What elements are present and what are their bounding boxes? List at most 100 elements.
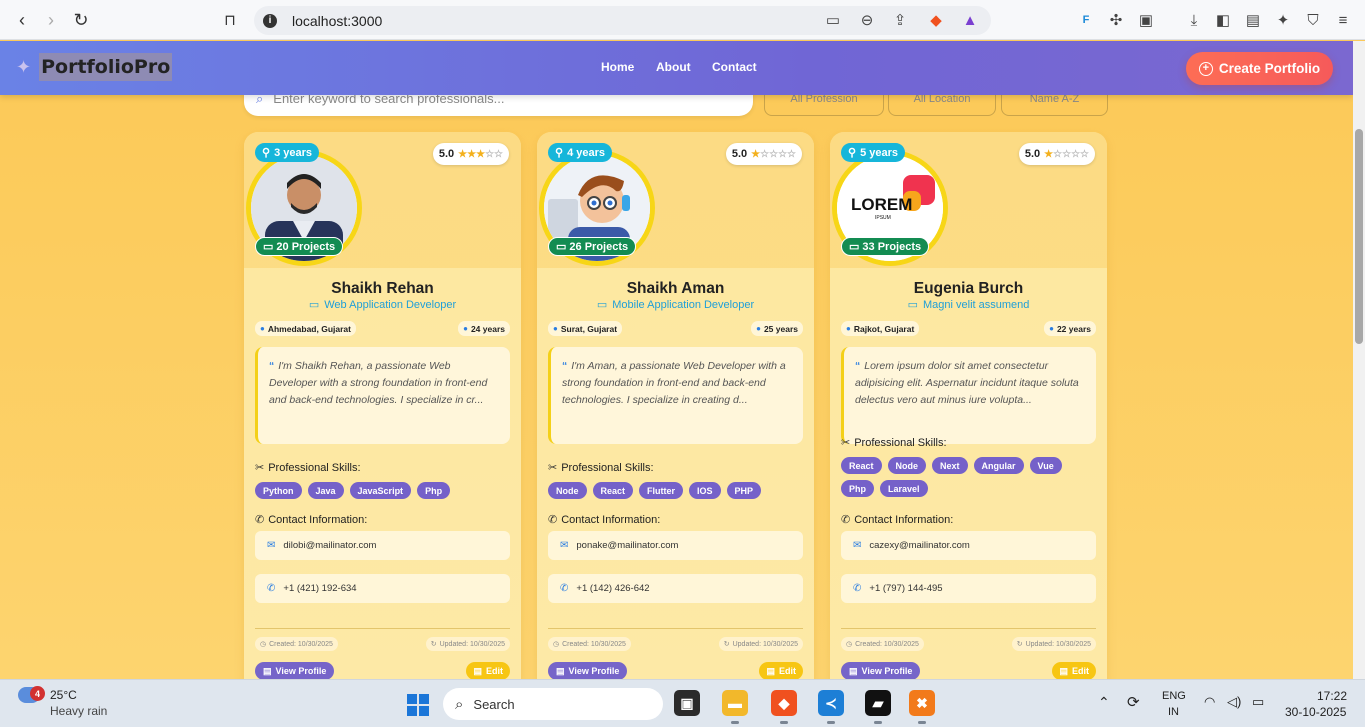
vscode-icon[interactable]: ≺ <box>818 690 844 716</box>
skill-chip: React <box>841 457 882 474</box>
rating-value: 5.0 <box>438 148 455 160</box>
nav-about[interactable]: About <box>656 60 691 74</box>
bio-text: I'm Aman, a passionate Web Developer wit… <box>562 360 786 406</box>
page-scrollbar[interactable] <box>1353 41 1365 679</box>
phone-row[interactable]: ✆ +1 (421) 192-634 <box>255 574 510 603</box>
site-info-icon[interactable]: i <box>263 13 277 28</box>
scrollbar-thumb[interactable] <box>1355 129 1363 344</box>
volume-icon[interactable]: ◁) <box>1227 694 1241 710</box>
briefcase-icon: ▭ <box>849 241 860 253</box>
taskbar-search-label: Search <box>473 696 515 712</box>
windows-taskbar: 4 25°C Heavy rain ⌕ Search ▣ ▬ ◆ ≺ ▰ ✖ ⌃… <box>0 679 1365 727</box>
clock-time[interactable]: 17:22 <box>1317 689 1347 703</box>
phone-row[interactable]: ✆ +1 (142) 426-642 <box>548 574 803 603</box>
skills-heading-text: Professional Skills: <box>854 436 947 449</box>
view-profile-button[interactable]: ▤ View Profile <box>255 662 335 679</box>
vpn-icon[interactable]: ⛉ <box>1303 10 1323 30</box>
file-explorer-icon[interactable]: ▬ <box>722 690 748 716</box>
view-profile-button[interactable]: ▤ View Profile <box>841 662 921 679</box>
sync-icon[interactable]: ⟳ <box>1127 693 1140 711</box>
email-row[interactable]: ✉ dilobi@mailinator.com <box>255 531 510 560</box>
clock-date[interactable]: 30-10-2025 <box>1285 705 1346 719</box>
brave-rewards-icon[interactable]: ▲ <box>960 10 980 30</box>
bookmark-icon[interactable]: ⊓ <box>219 9 241 31</box>
logo[interactable]: ✦ PortfolioPro <box>16 53 173 81</box>
language-code[interactable]: ENG <box>1162 690 1186 702</box>
extensions-puzzle-icon[interactable]: ✣ <box>1106 10 1126 30</box>
edit-button[interactable]: ▤ Edit <box>759 662 803 679</box>
profile-role: ▭ Magni velit assumend <box>830 298 1107 311</box>
leo-ai-icon[interactable]: ✦ <box>1273 10 1293 30</box>
location-text: Ahmedabad, Gujarat <box>267 323 351 334</box>
skill-chip: Python <box>255 482 302 499</box>
location-pin-icon: ● <box>260 324 265 333</box>
updated-date: ↻ Updated: 10/30/2025 <box>1011 637 1096 651</box>
card-divider <box>548 628 803 629</box>
brave-shield-icon[interactable]: ◆ <box>926 10 946 30</box>
windows-start-icon[interactable] <box>407 694 429 716</box>
profile-bio: “I'm Aman, a passionate Web Developer wi… <box>548 347 803 444</box>
chevron-up-icon[interactable]: ⌃ <box>1098 694 1110 711</box>
battery-icon[interactable]: ▭ <box>1252 694 1264 710</box>
nav-home[interactable]: Home <box>601 60 634 74</box>
xampp-icon[interactable]: ✖ <box>909 690 935 716</box>
cast-icon[interactable]: ▭ <box>823 10 843 30</box>
sidebar-icon[interactable]: ◧ <box>1213 10 1233 30</box>
projects-badge: ▭ 33 Projects <box>841 237 930 256</box>
edit-button[interactable]: ▤ Edit <box>466 662 510 679</box>
edit-icon: ▤ <box>473 665 482 676</box>
phone-row[interactable]: ✆ +1 (797) 144-495 <box>841 574 1096 603</box>
contact-heading-text: Contact Information: <box>268 513 368 526</box>
wifi-icon[interactable]: ◠ <box>1204 694 1215 710</box>
skill-chip: React <box>592 482 634 499</box>
share-icon[interactable]: ⇪ <box>890 10 910 30</box>
profile-role-text: Mobile Application Developer <box>612 299 755 311</box>
briefcase-icon: ▭ <box>596 299 608 311</box>
bio-text: Lorem ipsum dolor sit amet consectetur a… <box>855 360 1079 406</box>
wallet-icon[interactable]: ▤ <box>1243 10 1263 30</box>
address-bar[interactable]: i localhost:3000 ▭ ⊖ ⇪ ◆ ▲ <box>254 6 991 35</box>
person-icon: ● <box>463 324 468 333</box>
briefcase-icon: ▭ <box>308 299 320 311</box>
contact-heading-text: Contact Information: <box>561 513 661 526</box>
back-icon[interactable]: ‹ <box>11 9 33 31</box>
zoom-icon[interactable]: ⊖ <box>857 10 877 30</box>
skill-chip: PHP <box>726 482 762 499</box>
view-profile-button[interactable]: ▤ View Profile <box>548 662 628 679</box>
phone-icon: ✆ <box>548 514 558 526</box>
skill-chip: Php <box>841 480 874 497</box>
weather-temp: 25°C <box>50 688 77 702</box>
profile-card: ⚲ 3 years 5.0 ★★★☆☆ ▭ 20 Projects Shaikh Re… <box>244 132 521 679</box>
brave-browser-icon[interactable]: ◆ <box>771 690 797 716</box>
download-icon[interactable]: ⤓ <box>1184 10 1204 30</box>
skill-chip: Node <box>548 482 587 499</box>
email-row[interactable]: ✉ cazexy@mailinator.com <box>841 531 1096 560</box>
age-text: 25 years <box>763 323 798 334</box>
edit-button[interactable]: ▤ Edit <box>1052 662 1096 679</box>
browser-toolbar: ‹ › ↻ ⊓ i localhost:3000 ▭ ⊖ ⇪ ◆ ▲ F ✣ ▣… <box>0 0 1365 40</box>
star-rating-icon: ★☆☆☆☆ <box>751 148 796 160</box>
task-view-icon[interactable]: ▣ <box>674 690 700 716</box>
email-row[interactable]: ✉ ponake@mailinator.com <box>548 531 803 560</box>
edit-label: Edit <box>486 666 503 676</box>
profile-name: Shaikh Aman <box>626 280 725 297</box>
screenshot-icon[interactable]: ▣ <box>1136 10 1156 30</box>
experience-badge: ⚲ 5 years <box>841 143 905 162</box>
running-indicator <box>827 721 835 724</box>
create-portfolio-button[interactable]: + Create Portfolio <box>1186 52 1333 85</box>
nav-contact[interactable]: Contact <box>712 60 757 74</box>
reload-icon[interactable]: ↻ <box>70 9 92 31</box>
page-viewport: ⌕ Enter keyword to search professionals.… <box>0 41 1353 679</box>
briefcase-icon: ▭ <box>556 241 567 253</box>
tools-icon: ✂ <box>255 462 265 474</box>
skill-chip: Node <box>887 457 927 474</box>
language-region[interactable]: IN <box>1168 706 1179 718</box>
menu-icon[interactable]: ≡ <box>1333 10 1353 30</box>
taskbar-search[interactable]: ⌕ Search <box>443 688 663 720</box>
terminal-app-icon[interactable]: ▰ <box>865 690 891 716</box>
profile-role: ▭ Mobile Application Developer <box>537 298 814 311</box>
forward-icon[interactable]: › <box>40 9 62 31</box>
age-text: 22 years <box>1056 323 1091 334</box>
email-text: dilobi@mailinator.com <box>283 540 377 551</box>
extension-icon[interactable]: F <box>1076 10 1096 30</box>
